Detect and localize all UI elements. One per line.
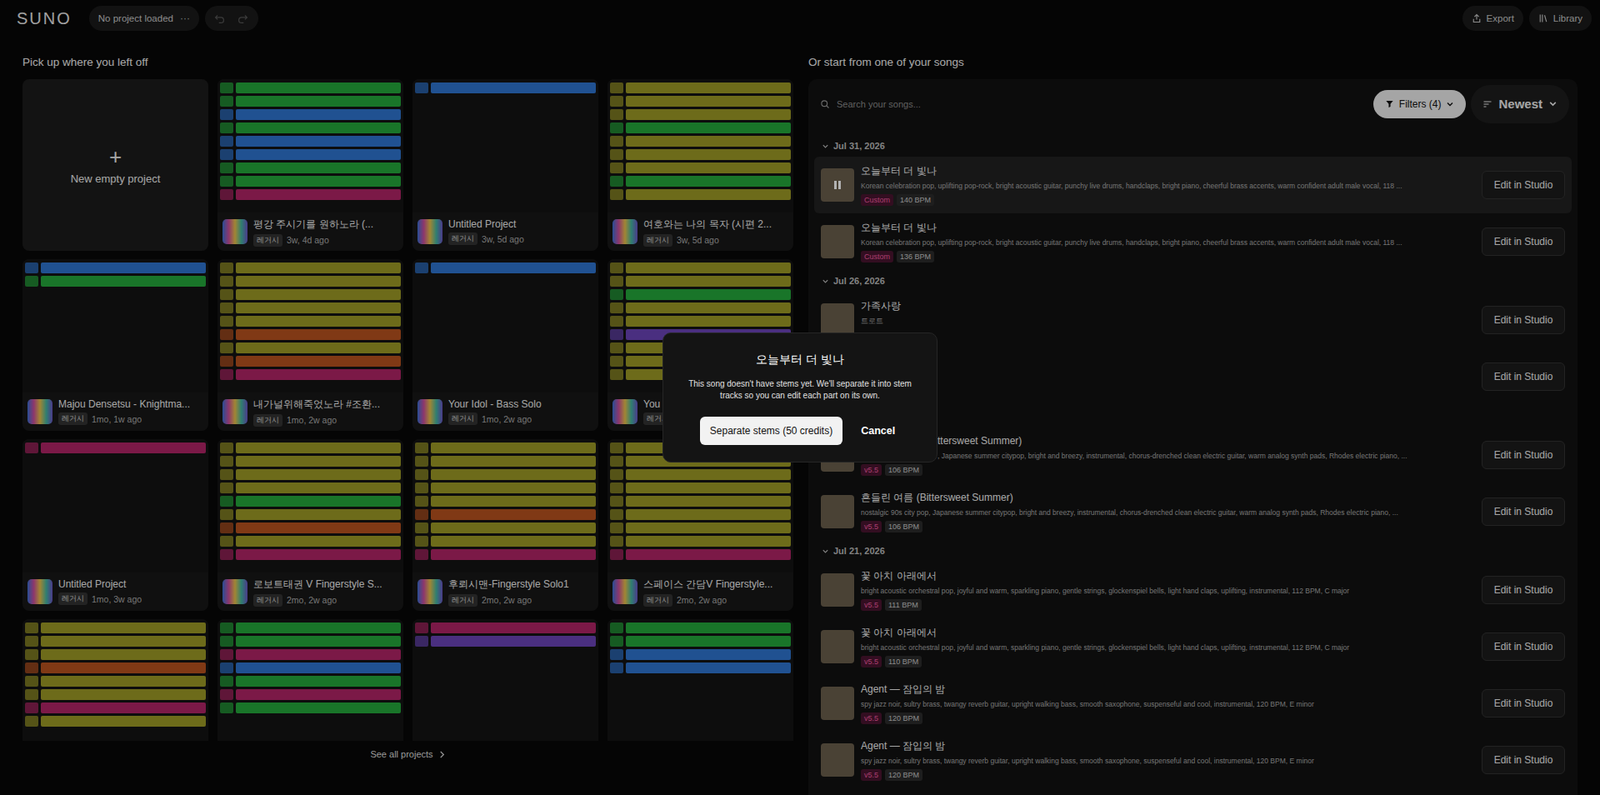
separate-stems-dialog: 오늘부터 더 빛나 This song doesn't have stems y… xyxy=(662,332,938,463)
separate-stems-button[interactable]: Separate stems (50 credits) xyxy=(700,416,843,445)
dialog-message: This song doesn't have stems yet. We'll … xyxy=(676,378,924,402)
modal-backdrop[interactable]: 오늘부터 더 빛나 This song doesn't have stems y… xyxy=(0,0,1600,795)
cancel-button[interactable]: Cancel xyxy=(855,421,900,440)
studio-home: SUNO No project loaded ··· Export Librar… xyxy=(0,0,1600,795)
dialog-title: 오늘부터 더 빛나 xyxy=(755,351,845,367)
